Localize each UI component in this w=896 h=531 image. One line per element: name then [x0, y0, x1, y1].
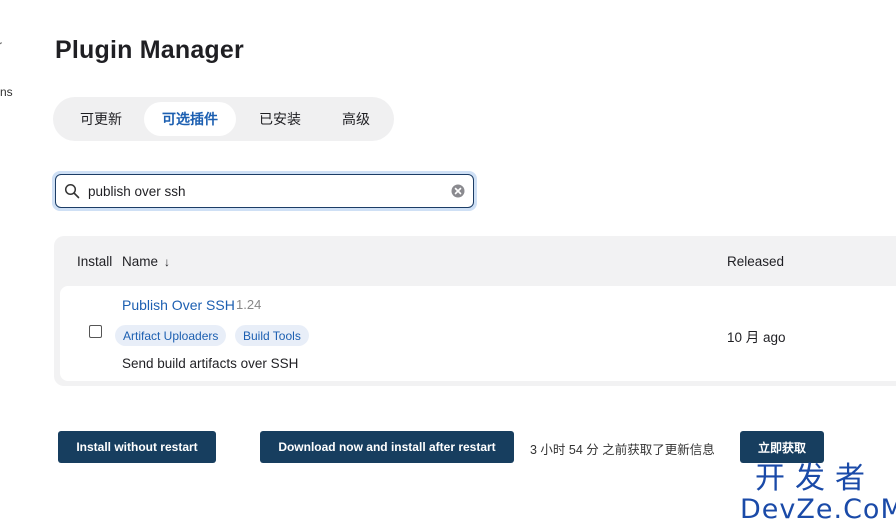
update-status-text: 3 小时 54 分 之前获取了更新信息: [530, 443, 715, 457]
column-header-install: Install: [77, 254, 113, 269]
sidebar-fragment[interactable]: ns: [0, 85, 13, 99]
search-icon: [64, 183, 80, 199]
sidebar-fragment[interactable]: r: [0, 38, 2, 52]
watermark-cn: 开发者: [755, 461, 875, 496]
tag-build-tools[interactable]: Build Tools: [235, 325, 309, 346]
install-without-restart-button[interactable]: Install without restart: [58, 431, 216, 463]
tab-bar: 可更新 可选插件 已安装 高级: [53, 97, 394, 141]
tab-available[interactable]: 可选插件: [144, 102, 236, 136]
install-checkbox[interactable]: [89, 325, 102, 338]
plugins-table: Install Name ↓ Released Publish Over SSH …: [54, 236, 896, 386]
plugin-version: 1.24: [236, 297, 262, 312]
check-now-button[interactable]: 立即获取: [740, 431, 824, 463]
plugin-manager-page: r ns Plugin Manager 可更新 可选插件 已安装 高级 Inst…: [0, 0, 896, 531]
plugin-released: 10 月 ago: [727, 330, 786, 345]
column-header-name[interactable]: Name ↓: [122, 254, 170, 269]
column-header-released[interactable]: Released: [727, 254, 784, 269]
search-input[interactable]: [88, 183, 445, 199]
sort-descending-icon: ↓: [164, 255, 171, 269]
plugin-name-link[interactable]: Publish Over SSH: [122, 297, 235, 313]
search-focus-ring: [52, 171, 477, 211]
watermark-en: DevZe.CoM: [740, 494, 896, 525]
plugin-description: Send build artifacts over SSH: [122, 356, 299, 371]
tab-advanced[interactable]: 高级: [324, 102, 388, 136]
tab-installed[interactable]: 已安装: [236, 102, 324, 136]
tag-artifact-uploaders[interactable]: Artifact Uploaders: [115, 325, 227, 346]
clear-search-icon[interactable]: [451, 184, 465, 198]
tab-updates[interactable]: 可更新: [58, 102, 144, 136]
column-header-name-label: Name: [122, 254, 159, 269]
page-title: Plugin Manager: [55, 36, 244, 64]
watermark-logo: 开发者 DevZe.CoM: [740, 461, 896, 525]
table-row: Publish Over SSH 1.24 Artifact Uploaders…: [60, 286, 896, 381]
search-box[interactable]: [55, 174, 474, 208]
download-install-after-restart-button[interactable]: Download now and install after restart: [260, 431, 514, 463]
